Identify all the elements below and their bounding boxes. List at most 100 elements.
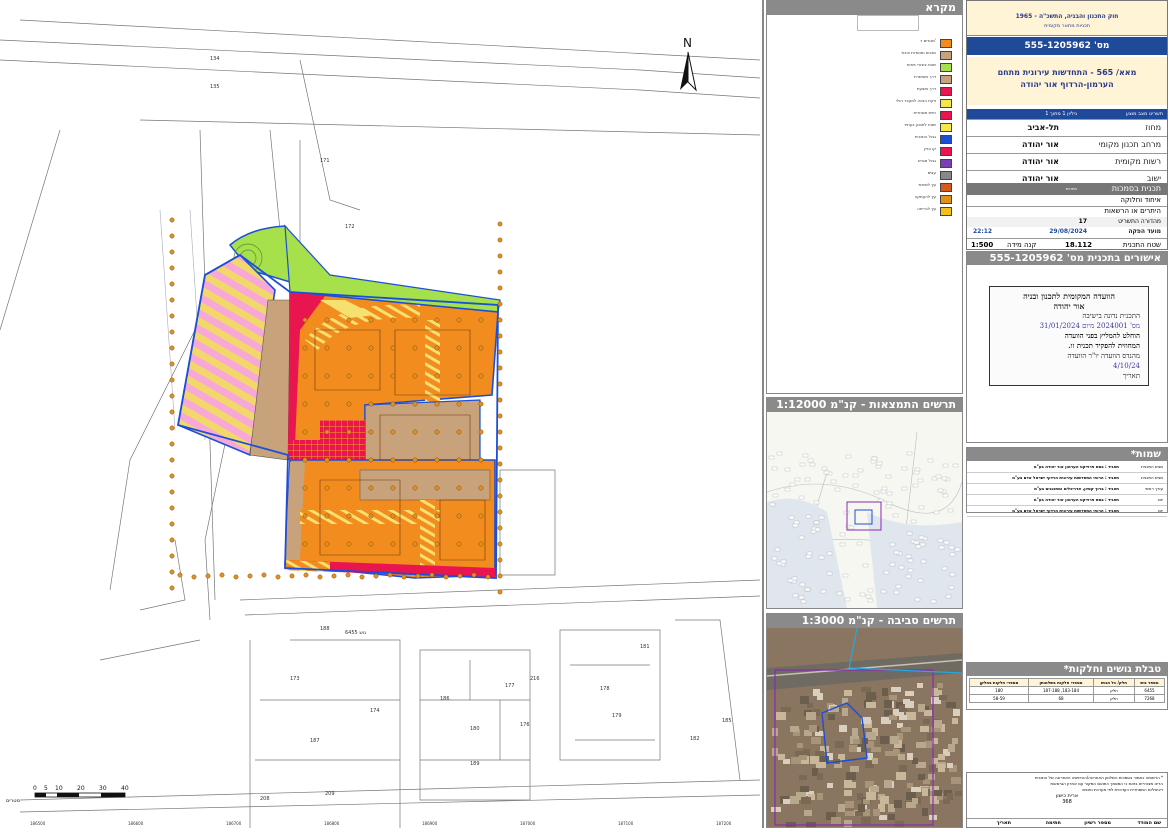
tree-marker-icon [169,553,175,559]
logo-strip [857,15,919,31]
tree-marker-icon [390,401,396,407]
tree-marker-icon [169,361,175,367]
parcels-panel: טבלת גושים וחלקות* מספר גוש חלק/ כל הגוש מ… [966,662,1168,710]
parcel-label: 177 [505,683,515,689]
tree-marker-icon [324,541,330,547]
north-arrow-icon: N [680,36,697,92]
tree-marker-icon [368,457,374,463]
tree-marker-icon [346,485,352,491]
surveyor-label: חתימה [1045,820,1061,826]
table-row: 7268 חלק 68 58-59 [969,694,1165,703]
parcel-label: 178 [600,686,610,692]
map-canvas[interactable]: N 134 135 171 172 173 174 176 177 178 179 180 181 18… [0,0,762,828]
plan-map-svg[interactable]: N 134 135 171 172 173 174 176 177 178 179 180 181 18… [0,0,762,828]
legend-label: עץ לשימור [918,182,936,187]
tree-marker-icon [302,373,308,379]
coordinate-label: 187100 [618,821,634,826]
legend-item: דרך מאושרת [767,73,962,85]
tree-marker-icon [346,457,352,463]
parcel-label: 179 [612,713,622,719]
tree-marker-icon [497,221,503,227]
tree-marker-icon [497,413,503,419]
time-value: 22:12 [973,228,993,235]
stamp-line: הוחלט להמליץ בפני הוועדה [1064,331,1140,340]
tree-marker-icon [497,317,503,323]
tree-marker-icon [169,521,175,527]
tree-marker-icon [497,573,503,579]
parcel-label: 171 [320,158,330,164]
legend-swatch [940,135,952,144]
tree-marker-icon [324,485,330,491]
tree-marker-icon [478,457,484,463]
discretion-label: תכנית בסמכות [1111,184,1161,193]
tree-marker-icon [169,377,175,383]
table-cell: 58-59 [969,694,1029,703]
name-role: מגיש התכנית [1141,475,1163,480]
names-title: שמות* [967,448,1167,461]
tree-marker-icon [169,537,175,543]
legend-swatch [940,123,952,132]
tree-marker-icon [331,573,337,579]
coordinate-label: 186600 [128,821,144,826]
parcel-label: 208 [260,796,270,802]
table-cell: 183-184, 187-188 [1027,686,1095,695]
tree-marker-icon [302,457,308,463]
legend-label: דרך מאושרת [913,74,936,79]
parcels-header: מספרי חלקות בחלקן [969,678,1029,687]
unification-label: איחוד וחלוקה [1120,196,1161,204]
legend-label: שטח ציבורי פתוח [906,62,936,67]
tree-marker-icon [497,365,503,371]
tree-marker-icon [345,572,351,578]
table-cell: 6455 [1134,686,1165,695]
tree-marker-icon [434,457,440,463]
parcel-label: 189 [470,761,480,767]
tree-marker-icon [412,429,418,435]
tree-marker-icon [478,317,484,323]
tree-marker-icon [346,373,352,379]
tree-marker-icon [412,345,418,351]
tree-marker-icon [219,572,225,578]
tree-marker-icon [390,485,396,491]
tree-marker-icon [478,513,484,519]
legend-item: עצים [767,169,962,181]
tree-marker-icon [169,329,175,335]
tree-marker-icon [387,572,393,578]
name-text: תאגיד : הרוחי התחדשות עירונית הרדוף ישרא… [1012,508,1119,513]
legend-label: חזית מסחרית [913,110,937,115]
tree-marker-icon [324,401,330,407]
tree-marker-icon [478,401,484,407]
legend-swatch [940,51,952,60]
bottom-coordinates: 186500 186600 186700 186800 186900 187000 1871… [30,821,732,826]
tree-marker-icon [368,541,374,547]
tree-marker-icon [169,345,175,351]
tree-marker-icon [302,541,308,547]
coordinate-label: 186900 [422,821,438,826]
tree-marker-icon [390,373,396,379]
stamp-line: מס' 2024001 מיום 31/01/2024 [1039,322,1140,330]
scale-tick-label: 0 [33,785,37,792]
name-role: יזם [1158,508,1163,513]
tree-marker-icon [368,513,374,519]
tree-marker-icon [478,373,484,379]
plan-number: מס' 555-1205962 [967,37,1167,55]
tree-marker-icon [429,572,435,578]
legend-swatch [940,159,952,168]
tree-marker-icon [177,572,183,578]
tree-marker-icon [497,525,503,531]
tree-marker-icon [497,301,503,307]
tree-marker-icon [302,513,308,519]
name-role: עורך ראשי [1145,486,1163,491]
tree-marker-icon [169,265,175,271]
legend-panel: מקרא מגורים ד' מבנים ומוסדות ציבור שטח ציב… [766,0,963,394]
tree-marker-icon [324,429,330,435]
tree-marker-icon [390,317,396,323]
tree-marker-icon [169,505,175,511]
title-block-row: רשות מקומית אור יהודה [967,153,1167,170]
tree-marker-icon [456,345,462,351]
tree-marker-icon [434,485,440,491]
tree-marker-icon [368,401,374,407]
legend-item: קו בניין [767,145,962,157]
tree-marker-icon [412,457,418,463]
coordinate-label: 186800 [324,821,340,826]
permits-label: היתרים או הרשאות [1104,207,1161,215]
